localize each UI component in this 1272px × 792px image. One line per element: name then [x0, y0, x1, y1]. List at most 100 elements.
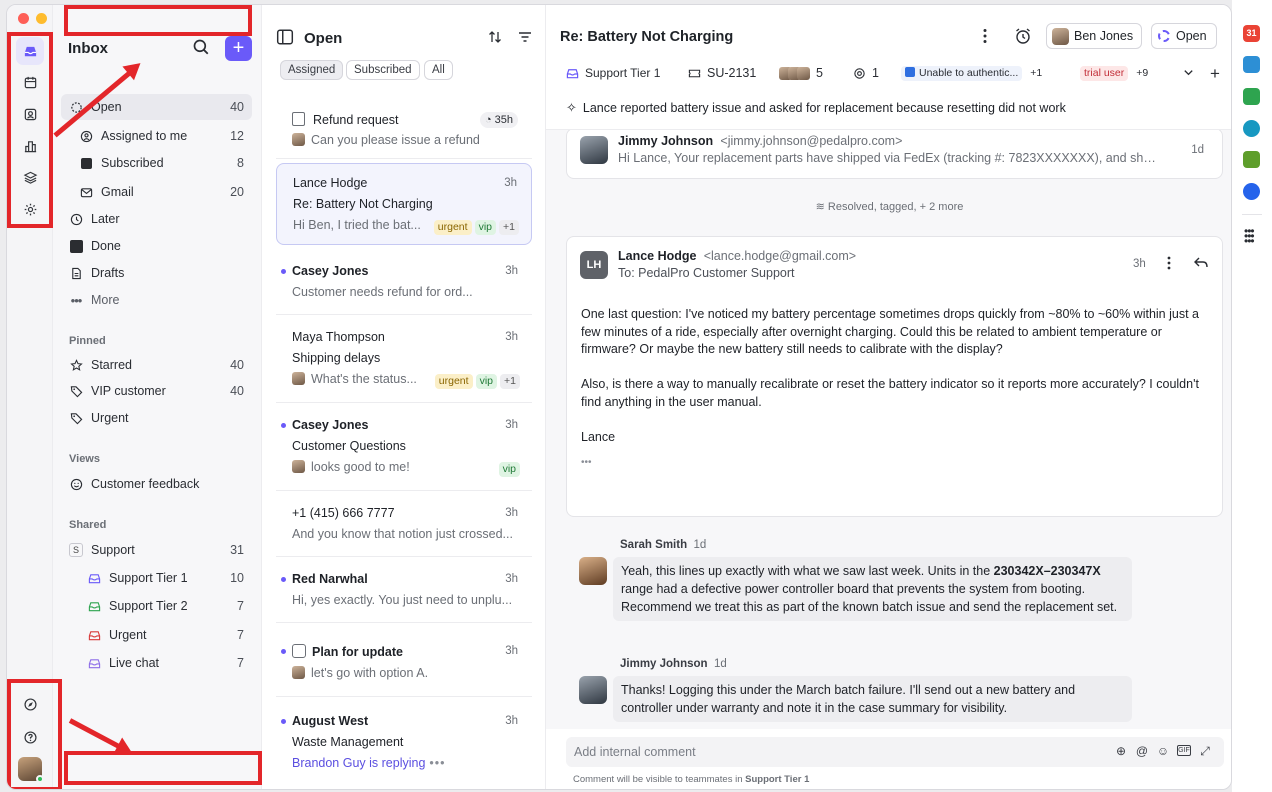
minimize-window-button[interactable]	[36, 13, 47, 24]
shopify-app-icon[interactable]	[1243, 151, 1260, 168]
sender-email: <jimmy.johnson@pedalpro.com>	[720, 134, 903, 148]
list-title: Open	[304, 30, 343, 47]
sidebar-item-gmail[interactable]: Gmail 20	[61, 179, 252, 205]
sidebar-item-more[interactable]: ••• More	[61, 287, 252, 313]
conversation-tags: vip	[496, 460, 520, 477]
sidebar-item-drafts[interactable]: Drafts	[61, 260, 252, 286]
sidebar-item-done[interactable]: Done	[61, 233, 252, 259]
sidebar-item-support-tier-2[interactable]: Support Tier 2 7	[61, 593, 252, 619]
list-item[interactable]: Refund request ◔ 35h Can you please issu…	[276, 99, 532, 159]
conversation-preview-row: Can you please issue a refund	[292, 133, 518, 147]
avatar	[292, 372, 305, 385]
sidebar-item-support[interactable]: S Support 31	[61, 537, 252, 563]
list-item[interactable]: Red Narwhal 3h Hi, yes exactly. You just…	[276, 557, 532, 623]
conversation-time: 3h	[505, 573, 518, 585]
sidebar-item-urgent[interactable]: Urgent	[61, 405, 252, 431]
target-icon	[854, 67, 865, 79]
sheets-app-icon[interactable]	[1243, 88, 1260, 105]
tag-icon	[69, 384, 83, 398]
clock-icon	[69, 212, 83, 226]
message-header: Lance Hodge <lance.hodge@gmail.com>	[618, 248, 856, 263]
conversation-subject: Shipping delays	[292, 351, 381, 365]
status-button[interactable]: Open	[1151, 23, 1217, 49]
sidebar-item-label: Urgent	[91, 411, 129, 425]
star-icon	[69, 358, 83, 372]
summary-text: Lance reported battery issue and asked f…	[582, 101, 1066, 115]
sidebar-item-subscribed[interactable]: Subscribed 8	[61, 150, 252, 176]
message-signature: Lance	[581, 430, 616, 444]
tab-assigned[interactable]: Assigned	[280, 60, 344, 80]
list-item-selected[interactable]: Lance Hodge 3h Re: Battery Not Charging …	[276, 163, 532, 245]
meta-linked-issue[interactable]: Unable to authentic... +1	[901, 66, 1046, 81]
calendar-app-icon[interactable]: 31	[1243, 25, 1260, 42]
close-window-button[interactable]	[18, 13, 29, 24]
subscribed-square-icon	[79, 156, 93, 170]
show-quoted-text-button[interactable]: •••	[581, 454, 1202, 472]
chevron-down-icon[interactable]	[1182, 66, 1201, 79]
activity-summary[interactable]: ≋ Resolved, tagged, + 2 more	[546, 200, 1231, 213]
sidebar-item-live-chat[interactable]: Live chat 7	[61, 650, 252, 676]
search-icon[interactable]	[192, 38, 210, 56]
reply-icon[interactable]	[1193, 256, 1209, 273]
shared-section-title: Shared	[69, 519, 107, 531]
gif-icon[interactable]: GIF	[1177, 745, 1191, 756]
sidebar-item-assigned-to-me[interactable]: Assigned to me 12	[61, 123, 252, 149]
list-item[interactable]: Casey Jones 3h Customer Questions looks …	[276, 403, 532, 491]
message-collapsed[interactable]: Jimmy Johnson <jimmy.johnson@pedalpro.co…	[566, 130, 1223, 179]
list-item[interactable]: Maya Thompson 3h Shipping delays What's …	[276, 315, 532, 403]
expand-icon[interactable]: ⤢	[1198, 744, 1212, 758]
message-time: 3h	[1133, 258, 1146, 270]
tag-trial-user: trial user	[1080, 66, 1129, 81]
sidebar-item-customer-feedback[interactable]: Customer feedback	[61, 471, 252, 497]
sidebar-item-label: Later	[91, 212, 120, 226]
salesforce-app-icon[interactable]	[1243, 120, 1260, 137]
meta-linked[interactable]: 1	[853, 66, 879, 80]
sidebar-item-label: Urgent	[109, 628, 147, 642]
sidebar-item-support-tier-1[interactable]: Support Tier 1 10	[61, 565, 252, 591]
tag-more: +9	[1136, 67, 1149, 79]
sidebar-item-count: 40	[230, 100, 244, 114]
message-time: 1d	[1191, 144, 1204, 156]
conversation-time-value: 35h	[494, 114, 513, 126]
assignee-button[interactable]: Ben Jones	[1046, 23, 1143, 49]
sidebar-item-later[interactable]: Later	[61, 206, 252, 232]
message-more-icon[interactable]	[1164, 255, 1174, 274]
list-item[interactable]: +1 (415) 666 7777 3h And you know that n…	[276, 491, 532, 557]
meta-tags[interactable]: trial user +9	[1080, 66, 1152, 81]
emoji-icon[interactable]: ☺	[1156, 744, 1170, 758]
snooze-alarm-icon[interactable]	[1014, 27, 1032, 48]
conversation-sender: Casey Jones	[292, 418, 369, 432]
app-grid-icon[interactable]: ••• ••• •••	[1244, 225, 1255, 247]
toggle-sidebar-icon[interactable]	[276, 28, 294, 46]
tab-all[interactable]: All	[424, 60, 453, 80]
participant-count: 5	[816, 66, 823, 80]
list-item[interactable]: August West 3h Waste Management Brandon …	[276, 697, 532, 787]
tab-subscribed[interactable]: Subscribed	[346, 60, 420, 80]
more-options-icon[interactable]	[978, 27, 992, 48]
unread-dot	[281, 577, 286, 582]
list-item[interactable]: Plan for update 3h let's go with option …	[276, 623, 532, 697]
compose-button[interactable]: +	[225, 36, 252, 61]
sidebar-item-vip-customer[interactable]: VIP customer 40	[61, 378, 252, 404]
add-icon[interactable]: +	[1210, 64, 1220, 84]
filter-icon[interactable]	[517, 29, 533, 45]
linear-app-icon[interactable]	[1243, 183, 1260, 200]
sidebar-item-shared-urgent[interactable]: Urgent 7	[61, 622, 252, 648]
list-item[interactable]: Casey Jones 3h Customer needs refund for…	[276, 249, 532, 315]
inbox-tray-icon	[566, 68, 579, 78]
sort-icon[interactable]	[487, 29, 503, 45]
contacts-app-icon[interactable]	[1243, 56, 1260, 73]
activity-text: Resolved, tagged, + 2 more	[827, 201, 964, 213]
mention-icon[interactable]: @	[1135, 744, 1149, 758]
avatar	[292, 133, 305, 146]
internal-comment-input[interactable]	[566, 737, 1086, 767]
meta-participants[interactable]: 5	[779, 66, 823, 80]
add-circle-icon[interactable]: ⊕	[1114, 744, 1128, 758]
meta-inbox[interactable]: Support Tier 1	[566, 66, 660, 80]
sidebar-item-count: 40	[230, 358, 244, 372]
sidebar-item-starred[interactable]: Starred 40	[61, 352, 252, 378]
conversation-sender: August West	[292, 714, 369, 728]
linked-issue-more: +1	[1030, 67, 1043, 79]
conversation-list: Open Assigned Subscribed All Refund requ…	[262, 5, 546, 789]
meta-ticket[interactable]: SU-2131	[688, 66, 756, 80]
